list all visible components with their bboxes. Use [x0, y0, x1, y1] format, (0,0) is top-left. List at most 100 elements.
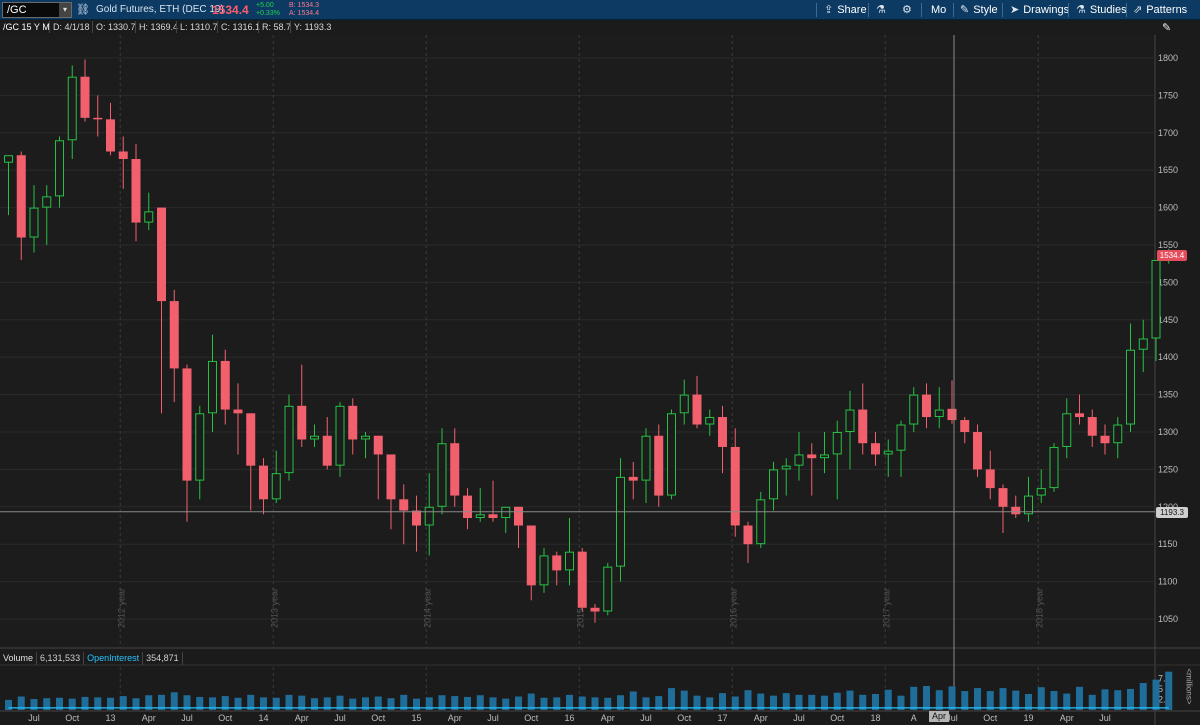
candle-body — [539, 555, 549, 586]
volume-bar — [1139, 683, 1147, 710]
candle-body — [858, 409, 868, 444]
x-tick-label: Jul — [640, 713, 652, 723]
volume-bar — [986, 691, 994, 710]
candle-body — [718, 417, 727, 447]
volume-bar — [923, 685, 930, 710]
volume-label[interactable]: Volume — [0, 652, 38, 665]
candle-body — [934, 409, 944, 418]
candle-body — [284, 405, 294, 474]
x-tick-label: A — [911, 713, 917, 723]
year-marker-label: 2016 year — [728, 588, 738, 628]
candle-body — [1075, 413, 1084, 418]
x-tick-label: 13 — [105, 713, 115, 723]
x-tick-label: Apr — [1060, 713, 1074, 723]
candle-body — [832, 432, 842, 455]
volume-bar — [1101, 689, 1109, 710]
candle-body — [526, 525, 536, 586]
volume-header: Volume 6,131,533 OpenInterest 354,871 — [0, 652, 183, 665]
settings-button[interactable]: ⚙ — [902, 1, 916, 19]
style-label: Style — [973, 4, 998, 16]
y-tick-label: 1150 — [1158, 539, 1177, 549]
candle-body — [1100, 435, 1110, 444]
y-tick-label: 1300 — [1158, 427, 1178, 437]
y-tick-label: 1250 — [1158, 464, 1178, 474]
toolbar-divider — [1126, 3, 1127, 17]
studies-button[interactable]: ⚗ Studies — [1076, 1, 1127, 19]
candle-body — [896, 424, 906, 451]
candle-body — [552, 555, 562, 571]
chevron-down-icon[interactable]: ▾ — [59, 3, 71, 17]
flask-button[interactable]: ⚗ — [876, 1, 890, 19]
candle-body — [781, 465, 791, 470]
candle-body — [195, 413, 205, 481]
volume-bar — [1037, 687, 1045, 710]
candle-body — [883, 450, 893, 455]
share-button[interactable]: ⇪ Share — [824, 1, 867, 19]
price-chart[interactable]: 1050110011501200125013001350140014501500… — [0, 0, 1200, 725]
volume-unit-label: <millions> — [1184, 668, 1194, 705]
volume-bar — [1050, 691, 1058, 710]
candle-body — [1024, 495, 1033, 515]
timeframe-button[interactable]: Mo — [931, 1, 946, 19]
ask-price: A: 1534.4 — [289, 10, 319, 17]
toolbar-divider — [1002, 3, 1003, 17]
candle-body — [705, 417, 715, 425]
candle-body — [463, 495, 472, 519]
volume-bar — [1152, 679, 1160, 710]
year-marker-label: 2018 year — [1034, 588, 1044, 628]
toolbar-divider — [816, 3, 817, 17]
open-interest-label[interactable]: OpenInterest — [84, 652, 144, 665]
candle-body — [590, 607, 600, 612]
x-tick-label: Oct — [677, 713, 692, 723]
candle-body — [947, 408, 957, 421]
candle-body — [730, 446, 740, 526]
year-marker-label: 2012 year — [116, 588, 126, 628]
volume-bar — [884, 689, 892, 710]
volume-bar — [680, 690, 688, 710]
study-label[interactable]: /GC 15 Y M — [0, 21, 50, 33]
edit-pencil-icon[interactable]: ✎ — [1162, 21, 1176, 34]
share-label: Share — [837, 4, 867, 16]
candle-body — [845, 409, 855, 432]
x-tick-label: Jul — [793, 713, 805, 723]
header-close: C: 1316.1 — [217, 21, 260, 33]
volume-bar — [846, 690, 854, 710]
symbol-text: /GC — [7, 4, 27, 16]
candle-body — [399, 499, 409, 511]
candle-body — [246, 413, 256, 466]
x-tick-label: Apr — [448, 713, 462, 723]
toolbar-divider — [1068, 3, 1069, 17]
last-price: 1534.4 — [212, 3, 249, 17]
candle-body — [4, 155, 13, 163]
y-tick-label: 1050 — [1158, 614, 1178, 624]
y-tick-label: 1800 — [1158, 53, 1178, 63]
crosshair-month-tag: Apr — [929, 711, 949, 722]
volume-bar — [744, 690, 752, 710]
candle-body — [169, 301, 179, 369]
x-tick-label: Jul — [334, 713, 346, 723]
drawings-button[interactable]: ➤ Drawings — [1010, 1, 1069, 19]
symbol-selector[interactable]: /GC ▾ — [2, 2, 72, 18]
style-button[interactable]: ✎ Style — [960, 1, 998, 19]
candle-body — [437, 443, 447, 507]
candle-body — [1049, 446, 1059, 489]
y-tick-label: 1450 — [1158, 315, 1178, 325]
candle-body — [131, 158, 141, 223]
last-price-tag: 1534.4 — [1157, 250, 1187, 261]
candle-body — [667, 413, 676, 496]
style-icon: ✎ — [960, 4, 970, 16]
link-chain-icon[interactable]: ⛓ — [76, 3, 90, 16]
candle-body — [310, 435, 319, 440]
candle-body — [985, 469, 995, 489]
candle-body — [743, 525, 753, 545]
y-tick-label: 1750 — [1158, 90, 1178, 100]
candle-body — [118, 151, 128, 159]
volume-value: 6,131,533 — [37, 652, 85, 665]
patterns-button[interactable]: ⇗ Patterns — [1133, 1, 1187, 19]
year-marker-label: 2013 year — [269, 588, 279, 628]
chart-header: /GC 15 Y M D: 4/1/18 O: 1330.7 H: 1369.4… — [0, 20, 1155, 34]
x-tick-label: 16 — [564, 713, 574, 723]
bid-price: B: 1534.3 — [289, 2, 319, 9]
candle-body — [628, 476, 638, 481]
open-interest-value: 354,871 — [143, 652, 183, 665]
